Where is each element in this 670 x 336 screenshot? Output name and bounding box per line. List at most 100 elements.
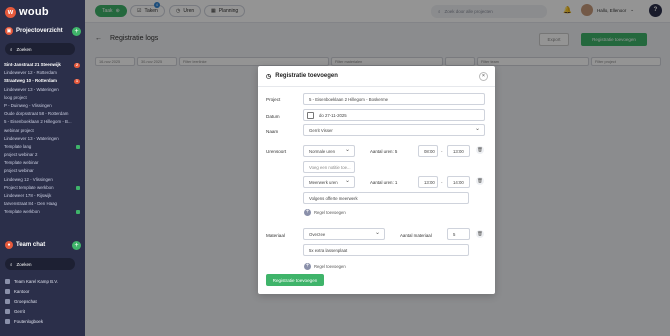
- sidebar-project-item[interactable]: Lindeweg 12 - Vlissingen: [4, 176, 80, 184]
- sidebar-project-item[interactable]: Lindewever 13 - Wateringen: [4, 86, 80, 94]
- material-count-field[interactable]: 5: [447, 228, 470, 240]
- material-note-field[interactable]: 5x extra lassenplaat: [303, 244, 469, 256]
- sidebar-project-item[interactable]: Lindeweer 178 - Rijswijk: [4, 192, 80, 200]
- sidebar-project-item[interactable]: Template webinar: [4, 159, 80, 167]
- sidebar-project-item[interactable]: Oude dorpsstraat 58 - Rotterdam: [4, 110, 80, 118]
- clock-icon: ◷: [266, 73, 272, 80]
- sidebar-project-item[interactable]: webinar project: [4, 127, 80, 135]
- chat-label: Team Karel Kamp B.V.: [14, 278, 59, 284]
- sidebar-project-item[interactable]: Sint-Janstraat 21 Steenwijk 2: [4, 61, 80, 69]
- calendar-icon: [307, 112, 314, 119]
- chat-group-icon: [5, 278, 10, 284]
- chat-item[interactable]: Team Karel Kamp B.V.: [5, 276, 81, 286]
- end-time-field[interactable]: 14:00: [447, 176, 470, 188]
- projects-title: Projectoverzicht: [16, 28, 63, 34]
- sidebar-project-item[interactable]: 5 - Eisenboeklaan 2 Hillegom - B...: [4, 118, 80, 126]
- sidebar-project-label: Template werkbon: [4, 209, 40, 215]
- search-icon: ⌕: [10, 261, 13, 267]
- add-chat-button[interactable]: +: [72, 240, 81, 250]
- chat-item[interactable]: Gerrit: [5, 306, 81, 316]
- sidebar-project-item[interactable]: P - Duinweg - Vlissingen: [4, 102, 80, 110]
- chat-item[interactable]: Kantoor: [5, 286, 81, 296]
- chat-search-input[interactable]: ⌕ Zoeken: [5, 258, 75, 270]
- plus-icon: +: [304, 263, 311, 270]
- sidebar-project-item[interactable]: Lindewever 12 - Rotterdam: [4, 69, 80, 77]
- hours-count-label: Aantal uren: 1: [370, 180, 398, 185]
- chat-search-label: Zoeken: [16, 261, 32, 267]
- sidebar-project-item[interactable]: tarvenstraat 84 - Den Haag: [4, 200, 80, 208]
- app-logo[interactable]: w woub: [5, 5, 53, 19]
- name-select[interactable]: Gerrit Visser: [303, 124, 485, 136]
- chat-item[interactable]: Foutenlogboek: [5, 316, 81, 326]
- sidebar-project-label: Oude dorpsstraat 58 - Rotterdam: [4, 111, 69, 117]
- sidebar-project-item[interactable]: project webinar 2: [4, 151, 80, 159]
- sidebar-project-item[interactable]: project webinar: [4, 167, 80, 175]
- sidebar-project-item[interactable]: Template werkbon: [4, 208, 80, 216]
- check-icon: [76, 144, 80, 149]
- submit-registration-button[interactable]: Registratie toevoegen: [266, 274, 324, 286]
- trash-icon[interactable]: 🗑: [476, 177, 484, 185]
- sidebar-project-label: 5 - Eisenboeklaan 2 Hillegom - B...: [4, 119, 72, 125]
- note-field[interactable]: Voeg een notitie toe...: [303, 161, 355, 173]
- chat-group-icon: [5, 288, 10, 294]
- sidebar-project-label: Lindeweer 178 - Rijswijk: [4, 193, 52, 198]
- unread-badge: 1: [74, 78, 80, 84]
- sidebar-project-label: Lindewever 13 - Wateringen: [4, 86, 59, 92]
- time-separator: -: [441, 149, 443, 154]
- project-list: Sint-Janstraat 21 Steenwijk 2 Lindewever 1…: [4, 61, 80, 233]
- trash-icon[interactable]: 🗑: [476, 146, 484, 154]
- hours-count-label: Aantal uren: 5: [370, 149, 398, 154]
- logo-icon: w: [5, 6, 16, 18]
- trash-icon[interactable]: 🗑: [476, 230, 484, 238]
- start-time-field[interactable]: 08:00: [418, 145, 438, 157]
- chat-list: Team Karel Kamp B.V. Kantoor Groepschat Ger…: [5, 276, 81, 326]
- sidebar-project-label: Sint-Janstraat 21 Steenwijk: [4, 62, 61, 67]
- sidebar-project-label: Lindewever 12 - Rotterdam: [4, 70, 57, 76]
- add-registration-modal: ◷ Registratie toevoegen × Project 5 - Ei…: [258, 66, 495, 294]
- projects-icon: ▣: [5, 27, 13, 35]
- plus-icon: +: [304, 209, 311, 216]
- sidebar-project-item[interactable]: loog project: [4, 94, 80, 102]
- chat-label: Gerrit: [14, 308, 25, 314]
- date-field[interactable]: do 27-11-2025: [303, 109, 485, 121]
- search-icon: ⌕: [10, 46, 13, 52]
- close-icon[interactable]: ×: [479, 72, 488, 81]
- sidebar-project-label: Template lang: [4, 143, 32, 149]
- start-time-field[interactable]: 13:00: [418, 176, 438, 188]
- chat-label: Groepschat: [14, 298, 37, 304]
- note-field[interactable]: Volgens offerte meerwerk: [303, 192, 469, 204]
- project-field[interactable]: 5 - Eisenboeklaan 2 Hillegom - Boskerme: [303, 93, 485, 105]
- hours-type-select[interactable]: Normale uren: [303, 145, 355, 157]
- date-value: do 27-11-2025: [319, 112, 347, 118]
- project-search-input[interactable]: ⌕ Zoeken: [5, 43, 75, 55]
- projects-header: ▣ Projectoverzicht +: [5, 26, 81, 36]
- material-select[interactable]: Overzee: [303, 228, 385, 240]
- add-hours-row-button[interactable]: + Regel toevoegen: [304, 209, 346, 216]
- add-material-row-button[interactable]: + Regel toevoegen: [304, 263, 346, 270]
- sidebar-project-item[interactable]: Straatweg 10 - Rotterdam 1: [4, 77, 80, 85]
- name-label: Naam: [266, 129, 279, 134]
- sidebar-project-label: Template webinar: [4, 160, 39, 166]
- hours-type-label: Urensoort: [266, 149, 287, 154]
- end-time-field[interactable]: 13:00: [447, 145, 470, 157]
- chat-group-icon: [5, 318, 10, 324]
- sidebar-project-label: Lindeweg 12 - Vlissingen: [4, 176, 53, 182]
- sidebar-project-item[interactable]: Template lang: [4, 143, 80, 151]
- modal-header: ◷ Registratie toevoegen ×: [258, 66, 495, 87]
- material-label: Materiaal: [266, 233, 285, 238]
- sidebar-project-label: Project template werkbon: [4, 184, 54, 190]
- sidebar-project-label: Lindewever 13 - Wateringen: [4, 135, 59, 141]
- add-row-label: Regel toevoegen: [314, 210, 346, 215]
- chat-header: ● Team chat +: [5, 240, 81, 250]
- check-icon: [76, 185, 80, 190]
- sidebar-project-item[interactable]: Lindewever 13 - Wateringen: [4, 135, 80, 143]
- sidebar-project-label: P - Duinweg - Vlissingen: [4, 102, 52, 108]
- sidebar-project-label: tarvenstraat 84 - Den Haag: [4, 201, 57, 207]
- add-material-label: Regel toevoegen: [314, 264, 346, 269]
- modal-title: Registratie toevoegen: [275, 73, 338, 79]
- sidebar: w woub ▣ Projectoverzicht + ⌕ Zoeken Sin…: [0, 0, 85, 336]
- sidebar-project-item[interactable]: Project template werkbon: [4, 184, 80, 192]
- add-project-button[interactable]: +: [72, 26, 81, 36]
- chat-item[interactable]: Groepschat: [5, 296, 81, 306]
- hours-type-select[interactable]: Meerwerk uren: [303, 176, 355, 188]
